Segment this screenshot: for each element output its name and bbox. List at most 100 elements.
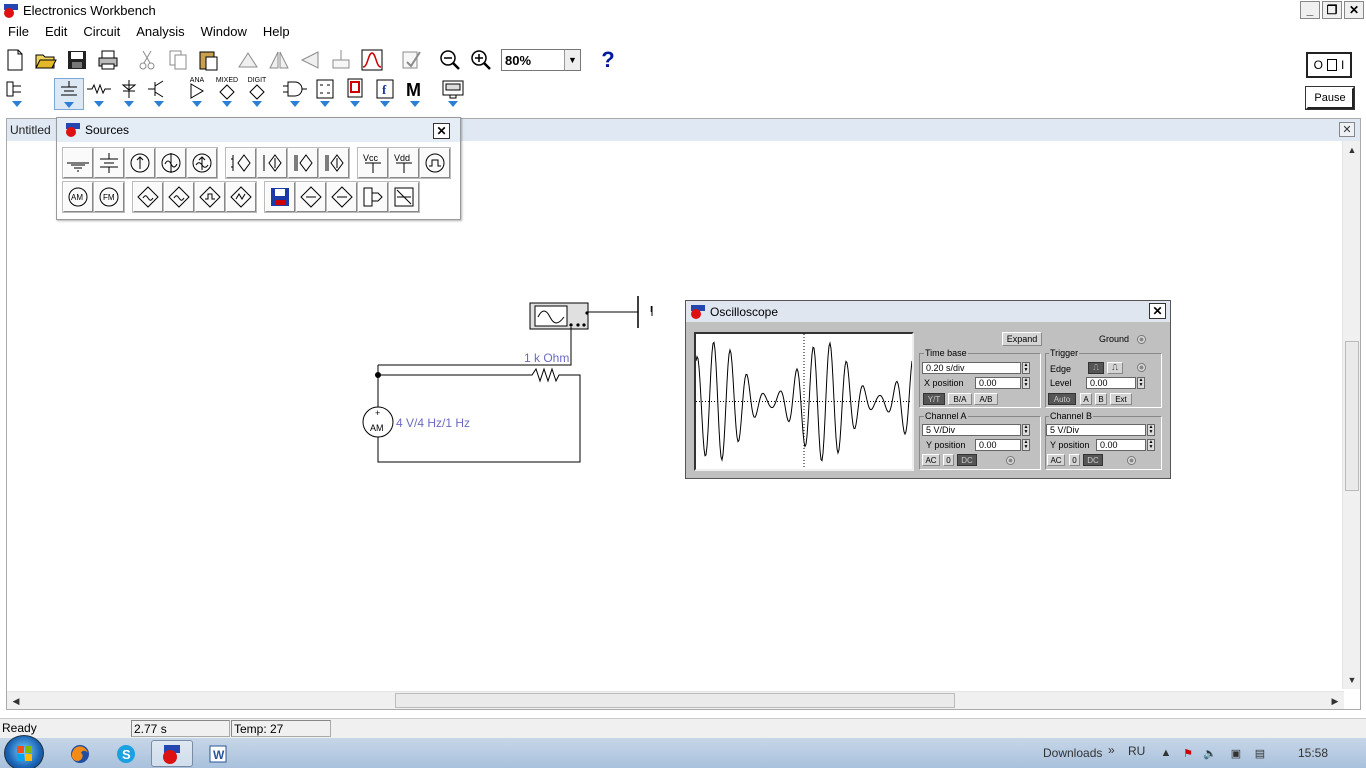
digital-ics-bin-button[interactable]: DIGIT bbox=[242, 77, 272, 110]
channel-a-terminal[interactable] bbox=[1006, 456, 1015, 465]
menu-analysis[interactable]: Analysis bbox=[128, 24, 192, 39]
channel-b-zero-button[interactable]: 0 bbox=[1069, 454, 1080, 466]
mode-yt-button[interactable]: Y/T bbox=[923, 393, 945, 405]
device-icon[interactable]: ▣ bbox=[1229, 746, 1243, 760]
sources-close-button[interactable]: ✕ bbox=[433, 123, 450, 139]
ccvs-button[interactable] bbox=[287, 147, 319, 179]
taskbar-skype[interactable]: S bbox=[105, 740, 147, 767]
channel-a-ac-button[interactable]: AC bbox=[922, 454, 940, 466]
trigger-terminal[interactable] bbox=[1137, 363, 1146, 372]
digital-bin-button[interactable] bbox=[310, 78, 340, 110]
favorites-bin-button[interactable] bbox=[2, 78, 32, 110]
scroll-up-icon[interactable]: ▲ bbox=[1344, 142, 1360, 158]
channel-b-y-position-spinner[interactable]: ▲ ▼ bbox=[1147, 439, 1155, 451]
flip-horizontal-button[interactable] bbox=[264, 45, 294, 75]
menu-edit[interactable]: Edit bbox=[37, 24, 75, 39]
vdd-button[interactable]: Vdd bbox=[388, 147, 420, 179]
scroll-left-icon[interactable]: ◀ bbox=[8, 693, 24, 709]
cccs-button[interactable] bbox=[318, 147, 350, 179]
x-position-spinner[interactable]: ▲ ▼ bbox=[1022, 377, 1030, 389]
time-base-spinner[interactable]: ▲ ▼ bbox=[1022, 362, 1030, 374]
network-error-icon[interactable]: ⚑ bbox=[1181, 746, 1195, 760]
trigger-b-button[interactable]: B bbox=[1095, 393, 1107, 405]
zoom-in-button[interactable] bbox=[466, 45, 496, 75]
basic-bin-button[interactable] bbox=[84, 78, 114, 110]
volume-icon[interactable]: 🔈 bbox=[1203, 746, 1217, 760]
sources-bin-button[interactable] bbox=[54, 78, 84, 110]
flip-vertical-button[interactable] bbox=[295, 45, 325, 75]
document-close-button[interactable]: ✕ bbox=[1339, 122, 1355, 137]
scroll-right-icon[interactable]: ▶ bbox=[1327, 693, 1343, 709]
file-source-button[interactable] bbox=[264, 181, 296, 213]
mixed-ics-bin-button[interactable]: MIXED bbox=[212, 77, 242, 110]
vc-sine-oscillator-button[interactable] bbox=[163, 181, 195, 213]
level-spinner[interactable]: ▲ ▼ bbox=[1137, 377, 1145, 389]
am-source-button[interactable]: AM bbox=[62, 181, 94, 213]
resistor-component[interactable] bbox=[530, 369, 570, 383]
horizontal-scroll-thumb[interactable] bbox=[395, 693, 955, 708]
subcircuit-button[interactable] bbox=[326, 45, 356, 75]
help-button[interactable]: ? bbox=[593, 45, 623, 75]
oscilloscope-close-button[interactable]: ✕ bbox=[1149, 303, 1166, 319]
channel-a-dc-button[interactable]: DC bbox=[957, 454, 977, 466]
graphs-button[interactable] bbox=[357, 45, 387, 75]
channel-b-scale[interactable]: 5 V/Div bbox=[1046, 424, 1146, 436]
rising-edge-button[interactable]: ⎍ bbox=[1088, 362, 1104, 374]
taskbar-firefox[interactable] bbox=[59, 740, 101, 767]
battery-button[interactable] bbox=[93, 147, 125, 179]
minimize-button[interactable]: _ bbox=[1300, 1, 1320, 19]
vertical-scroll-thumb[interactable] bbox=[1345, 341, 1359, 491]
ground-terminal[interactable] bbox=[1137, 335, 1146, 344]
mode-ba-button[interactable]: B/A bbox=[948, 393, 972, 405]
ground-button[interactable] bbox=[62, 147, 94, 179]
channel-b-dc-button[interactable]: DC bbox=[1083, 454, 1103, 466]
downloads-toolbar[interactable]: Downloads bbox=[1043, 746, 1102, 760]
power-switch[interactable]: O I bbox=[1306, 52, 1352, 78]
sources-title-bar[interactable]: Sources bbox=[57, 118, 460, 142]
vertical-scrollbar[interactable]: ▲ ▼ bbox=[1342, 141, 1360, 689]
horizontal-scrollbar[interactable]: ◀ ▶ bbox=[7, 691, 1344, 709]
vccs-button[interactable] bbox=[256, 147, 288, 179]
channel-a-scale[interactable]: 5 V/Div bbox=[922, 424, 1021, 436]
am-source-component[interactable] bbox=[363, 407, 393, 437]
paste-button[interactable] bbox=[194, 45, 224, 75]
channel-b-scale-spinner[interactable]: ▲ ▼ bbox=[1147, 424, 1155, 436]
indicators-bin-button[interactable] bbox=[340, 78, 370, 110]
trigger-a-button[interactable]: A bbox=[1080, 393, 1092, 405]
trigger-ext-button[interactable]: Ext bbox=[1110, 393, 1132, 405]
logic-gates-bin-button[interactable] bbox=[280, 78, 310, 110]
transistors-bin-button[interactable] bbox=[144, 78, 174, 110]
instruments-bin-button[interactable] bbox=[438, 78, 468, 110]
menu-help[interactable]: Help bbox=[255, 24, 298, 39]
channel-a-y-position-spinner[interactable]: ▲ ▼ bbox=[1022, 439, 1030, 451]
oscilloscope-instrument[interactable] bbox=[530, 303, 588, 329]
show-hidden-icons-icon[interactable]: ▲ bbox=[1159, 746, 1173, 760]
scroll-down-icon[interactable]: ▼ bbox=[1344, 672, 1360, 688]
nonlinear-source-button[interactable] bbox=[388, 181, 420, 213]
clock-source-button[interactable] bbox=[419, 147, 451, 179]
level-value[interactable]: 0.00 bbox=[1086, 377, 1136, 389]
copy-button[interactable] bbox=[163, 45, 193, 75]
oscilloscope-title-bar[interactable]: Oscilloscope bbox=[686, 301, 1170, 322]
ac-current-source-button[interactable] bbox=[186, 147, 218, 179]
new-button[interactable] bbox=[0, 45, 30, 75]
vcvs-button[interactable] bbox=[225, 147, 257, 179]
menu-circuit[interactable]: Circuit bbox=[75, 24, 128, 39]
channel-a-zero-button[interactable]: 0 bbox=[943, 454, 954, 466]
x-position-value[interactable]: 0.00 bbox=[975, 377, 1021, 389]
vc-triangle-oscillator-button[interactable] bbox=[225, 181, 257, 213]
channel-a-y-position-value[interactable]: 0.00 bbox=[975, 439, 1021, 451]
network-icon[interactable]: ▤ bbox=[1253, 746, 1267, 760]
save-button[interactable] bbox=[62, 45, 92, 75]
channel-b-ac-button[interactable]: AC bbox=[1047, 454, 1065, 466]
polynomial-source-button[interactable] bbox=[357, 181, 389, 213]
clock[interactable]: 15:58 bbox=[1298, 746, 1328, 760]
vcc-button[interactable]: Vcc bbox=[357, 147, 389, 179]
falling-edge-button[interactable]: ⎍ bbox=[1107, 362, 1123, 374]
dc-current-source-button[interactable] bbox=[124, 147, 156, 179]
language-indicator[interactable]: RU bbox=[1128, 744, 1145, 758]
mode-ab-button[interactable]: A/B bbox=[974, 393, 998, 405]
channel-b-y-position-value[interactable]: 0.00 bbox=[1096, 439, 1146, 451]
fsk-source-button[interactable] bbox=[132, 181, 164, 213]
expand-button[interactable]: Expand bbox=[1002, 332, 1042, 346]
